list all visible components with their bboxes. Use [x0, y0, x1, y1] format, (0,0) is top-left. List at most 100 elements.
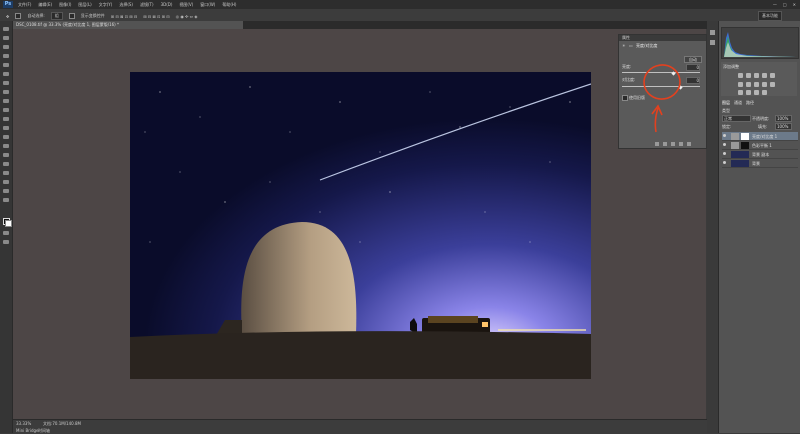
menu-edit[interactable]: 编辑(E) [38, 2, 52, 8]
visibility-eye-icon[interactable] [723, 161, 726, 164]
properties-panel-header: 属性 [619, 35, 706, 41]
timeline-tab[interactable]: 时间轴 [38, 428, 50, 434]
zoom-field[interactable]: 33.33% [16, 421, 31, 426]
delete-adjustment-icon[interactable] [687, 142, 691, 146]
menu-view[interactable]: 视图(V) [179, 2, 193, 8]
visibility-eye-icon[interactable] [723, 152, 726, 155]
mini-bridge-tab[interactable]: Mini Bridge [16, 428, 39, 433]
posterize-icon[interactable] [746, 90, 751, 95]
pen-tool-icon[interactable] [3, 153, 9, 157]
auto-select-checkbox[interactable] [15, 13, 22, 19]
layer-filter-kind[interactable]: 类型 [722, 108, 730, 114]
clip-to-layer-icon[interactable] [655, 142, 659, 146]
menu-filter[interactable]: 滤镜(T) [140, 2, 154, 8]
distribute-icons[interactable]: ⊞ ⊟ ⊠ ⊡ ⊞ ⊟ [143, 14, 169, 19]
history-icon[interactable] [710, 30, 715, 35]
menu-file[interactable]: 文件(F) [18, 2, 31, 8]
mask-icon[interactable]: ▭ [629, 43, 633, 48]
auto-button[interactable]: 自动 [684, 56, 702, 63]
gradient-tool-icon[interactable] [3, 126, 9, 130]
3d-mode-icons[interactable]: ◎ ◉ ✣ ⇔ ◈ [176, 14, 198, 19]
menu-select[interactable]: 选择(S) [119, 2, 133, 8]
menu-type[interactable]: 文字(Y) [99, 2, 113, 8]
exposure-icon[interactable] [762, 73, 767, 78]
background-color-swatch[interactable] [5, 220, 12, 227]
status-bar: 33.33% 文档:70.1M/140.8M Mini Bridge 时间轴 [13, 419, 718, 434]
layer-row[interactable]: 背景 [722, 159, 798, 168]
photo-filter-icon[interactable] [762, 82, 767, 87]
zoom-tool-icon[interactable] [3, 198, 9, 202]
clone-stamp-tool-icon[interactable] [3, 99, 9, 103]
tab-channels[interactable]: 通道 [734, 100, 742, 106]
crop-tool-icon[interactable] [3, 63, 9, 67]
doc-info[interactable]: 文档:70.1M/140.8M [43, 421, 81, 427]
align-icons[interactable]: ⊞ ⊟ ⊠ ⊡ ⊞ ⊟ [111, 14, 137, 19]
path-select-tool-icon[interactable] [3, 171, 9, 175]
workspace-dropdown[interactable]: 基本功能 [758, 11, 782, 21]
type-tool-icon[interactable] [3, 162, 9, 166]
document-image[interactable] [130, 72, 591, 379]
contrast-input[interactable]: 0 [686, 77, 700, 84]
layer-row[interactable]: 色彩平衡 1 [722, 141, 798, 150]
dodge-tool-icon[interactable] [3, 144, 9, 148]
move-tool-icon[interactable] [3, 27, 9, 31]
document-tab[interactable]: DSC_0108.tif @ 33.3% (亮度/对比度 1, 图层蒙版/16)… [13, 21, 243, 29]
properties-icon[interactable] [710, 40, 715, 45]
healing-brush-tool-icon[interactable] [3, 81, 9, 85]
hue-saturation-icon[interactable] [738, 82, 743, 87]
layer-row[interactable]: 背景 副本 [722, 150, 798, 159]
fill-input[interactable]: 100% [775, 123, 792, 130]
visibility-eye-icon[interactable] [723, 134, 726, 137]
curves-icon[interactable] [754, 73, 759, 78]
tab-paths[interactable]: 路径 [746, 100, 754, 106]
brush-tool-icon[interactable] [3, 90, 9, 94]
levels-icon[interactable] [746, 73, 751, 78]
blend-mode-dropdown[interactable]: 正常 [722, 115, 751, 122]
layer-name: 色彩平衡 1 [752, 143, 772, 148]
use-legacy-checkbox[interactable] [622, 95, 628, 101]
show-transform-checkbox[interactable] [68, 13, 75, 19]
brightness-contrast-icon[interactable] [738, 73, 743, 78]
menu-window[interactable]: 窗口(W) [200, 2, 215, 8]
menu-layer[interactable]: 图层(L) [78, 2, 91, 8]
quick-mask-icon[interactable] [3, 231, 9, 235]
history-brush-tool-icon[interactable] [3, 108, 9, 112]
color-balance-icon[interactable] [746, 82, 751, 87]
brightness-input[interactable]: 0 [686, 64, 700, 71]
maximize-button[interactable]: □ [783, 2, 787, 7]
invert-icon[interactable] [738, 90, 743, 95]
layer-name: 背景 [752, 161, 760, 166]
quick-select-tool-icon[interactable] [3, 54, 9, 58]
threshold-icon[interactable] [754, 90, 759, 95]
menu-image[interactable]: 图像(I) [59, 2, 71, 8]
layer-mask-thumb[interactable] [741, 142, 749, 149]
auto-select-label: 自动选择: [27, 13, 45, 18]
blur-tool-icon[interactable] [3, 135, 9, 139]
channel-mixer-icon[interactable] [770, 82, 775, 87]
shape-tool-icon[interactable] [3, 180, 9, 184]
opacity-input[interactable]: 100% [775, 115, 792, 122]
black-white-icon[interactable] [754, 82, 759, 87]
eraser-tool-icon[interactable] [3, 117, 9, 121]
menu-help[interactable]: 帮助(H) [222, 2, 236, 8]
menu-3d[interactable]: 3D(D) [161, 2, 173, 8]
vibrance-icon[interactable] [770, 73, 775, 78]
lasso-tool-icon[interactable] [3, 45, 9, 49]
view-previous-icon[interactable] [663, 142, 667, 146]
tab-layers[interactable]: 图层 [722, 100, 730, 106]
eyedropper-tool-icon[interactable] [3, 72, 9, 76]
hand-tool-icon[interactable] [3, 189, 9, 193]
minimize-button[interactable]: — [773, 2, 777, 7]
screen-mode-icon[interactable] [3, 240, 9, 244]
adjustment-layer-thumb-icon [731, 133, 739, 140]
reset-icon[interactable] [671, 142, 675, 146]
visibility-icon[interactable] [679, 142, 683, 146]
move-tool-icon[interactable]: ✥ [6, 14, 9, 19]
close-button[interactable]: ✕ [793, 2, 796, 7]
layer-row[interactable]: 亮度/对比度 1 [722, 132, 798, 141]
gradient-map-icon[interactable] [762, 90, 767, 95]
layer-mask-thumb[interactable] [741, 133, 749, 140]
auto-select-dropdown[interactable]: 组 [50, 12, 63, 20]
visibility-eye-icon[interactable] [723, 143, 726, 146]
marquee-tool-icon[interactable] [3, 36, 9, 40]
